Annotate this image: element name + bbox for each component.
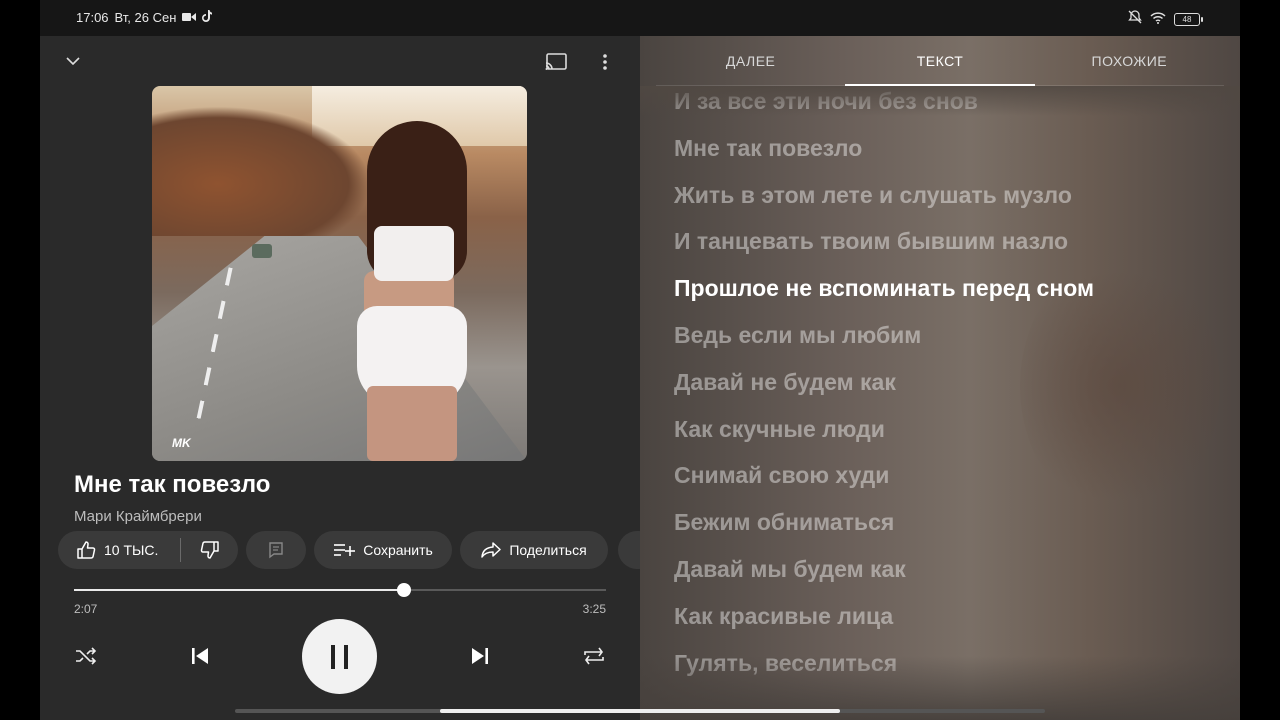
device-screen: 17:06 Вт, 26 Сен 48 MK Мне так повезло М…: [40, 0, 1240, 720]
repeat-icon: [584, 647, 604, 665]
like-count: 10 ТЫС.: [104, 542, 159, 558]
status-date: Вт, 26 Сен: [114, 10, 177, 25]
previous-button[interactable]: [180, 636, 220, 676]
video-camera-icon: [182, 10, 197, 25]
thumbs-down-icon: [200, 541, 219, 559]
share-label: Поделиться: [509, 542, 587, 558]
progress-thumb[interactable]: [396, 583, 411, 597]
lyric-line[interactable]: Снимай свою худи: [674, 452, 1214, 499]
bell-muted-icon: [1128, 10, 1142, 29]
more-options-button[interactable]: [592, 48, 618, 76]
total-time: 3:25: [582, 602, 606, 616]
tab-related[interactable]: ПОХОЖИЕ: [1035, 36, 1224, 85]
battery-icon: 48: [1174, 13, 1203, 26]
lyric-line[interactable]: Мне так повезло: [674, 125, 1214, 172]
collapse-button[interactable]: [60, 48, 86, 74]
cast-button[interactable]: [542, 48, 570, 76]
next-button[interactable]: [460, 636, 500, 676]
save-button[interactable]: Сохранить: [314, 531, 452, 569]
skip-next-icon: [472, 648, 488, 664]
cast-icon: [545, 53, 567, 70]
status-right: 48: [1128, 10, 1203, 29]
track-title: Мне так повезло: [74, 471, 271, 498]
tab-next[interactable]: ДАЛЕЕ: [656, 36, 845, 85]
cover-watermark: MK: [172, 436, 191, 450]
lyric-line[interactable]: Давай не будем как: [674, 359, 1214, 406]
playlist-add-icon: [334, 544, 356, 556]
shuffle-icon: [76, 647, 97, 665]
album-cover: MK: [152, 86, 527, 461]
wifi-icon: [1150, 11, 1166, 29]
progress-fill: [74, 589, 404, 591]
current-time: 2:07: [74, 602, 98, 616]
tiktok-icon: [202, 10, 213, 25]
status-time: 17:06: [76, 10, 109, 25]
lyric-line-current[interactable]: Прошлое не вспоминать перед сном: [674, 265, 1214, 312]
lyric-line[interactable]: Как скучные люди: [674, 406, 1214, 453]
like-dislike-group: 10 ТЫС.: [58, 531, 238, 569]
track-artist[interactable]: Мари Краймбрери: [74, 508, 202, 525]
lyric-line[interactable]: И танцевать твоим бывшим назло: [674, 218, 1214, 265]
player-pane: MK Мне так повезло Мари Краймбрери 10 ТЫ…: [40, 36, 658, 720]
lyric-line[interactable]: Давай мы будем как: [674, 546, 1214, 593]
share-icon: [481, 542, 502, 558]
thumbs-up-icon: [77, 541, 96, 559]
comment-icon: [269, 542, 283, 559]
repeat-button[interactable]: [574, 636, 614, 676]
tab-lyrics[interactable]: ТЕКСТ: [845, 36, 1035, 86]
lyric-line[interactable]: Как красивые лица: [674, 593, 1214, 640]
lyrics-fade-top: [640, 86, 1240, 116]
more-vertical-icon: [603, 54, 607, 70]
pause-icon: [330, 644, 348, 669]
lyric-line[interactable]: Жить в этом лете и слушать музло: [674, 172, 1214, 219]
home-indicator[interactable]: [235, 709, 1045, 713]
lyrics-list[interactable]: И за все эти ночи без сновМне так повезл…: [674, 78, 1214, 686]
shuffle-button[interactable]: [66, 636, 106, 676]
status-bar: 17:06 Вт, 26 Сен 48: [40, 0, 1240, 36]
play-pause-button[interactable]: [302, 619, 377, 694]
chevron-down-icon: [66, 57, 80, 65]
progress-bar[interactable]: [74, 583, 606, 597]
skip-previous-icon: [192, 648, 208, 664]
share-button[interactable]: Поделиться: [460, 531, 608, 569]
comments-button[interactable]: [246, 531, 306, 569]
like-button[interactable]: 10 ТЫС.: [58, 540, 180, 560]
save-label: Сохранить: [363, 542, 433, 558]
lyric-line[interactable]: Ведь если мы любим: [674, 312, 1214, 359]
lyrics-pane: И за все эти ночи без сновМне так повезл…: [640, 36, 1240, 720]
status-left: 17:06 Вт, 26 Сен: [76, 10, 213, 25]
tab-bar: ДАЛЕЕ ТЕКСТ ПОХОЖИЕ: [656, 36, 1224, 86]
lyric-line[interactable]: Бежим обниматься: [674, 499, 1214, 546]
dislike-button[interactable]: [181, 540, 238, 560]
